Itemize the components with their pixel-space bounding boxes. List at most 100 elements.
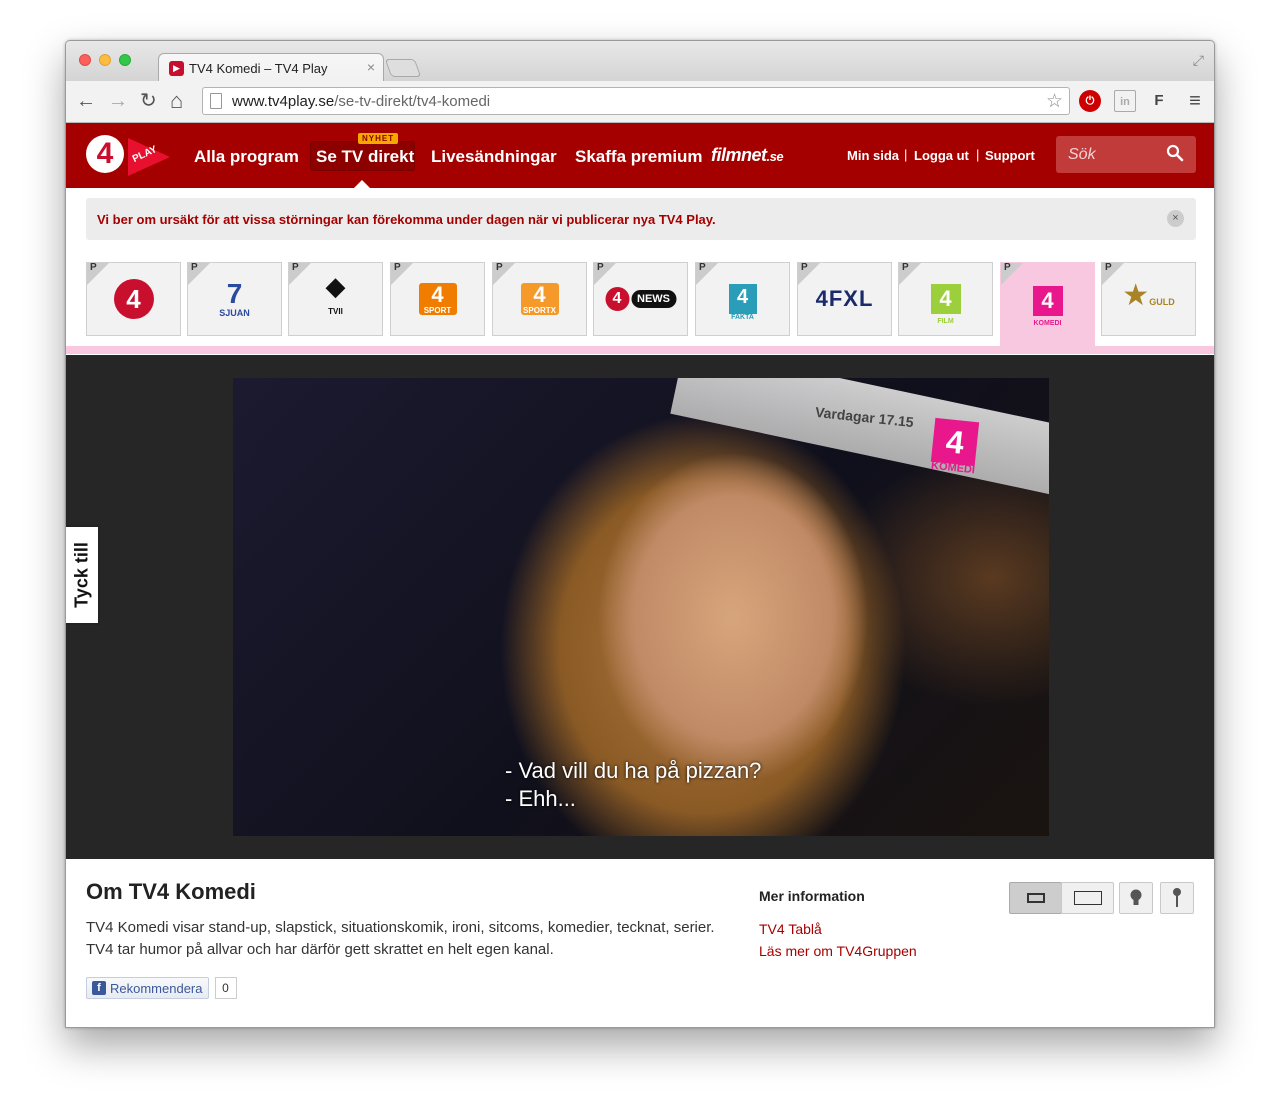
home-icon[interactable]: ⌂: [170, 89, 183, 113]
sjuan-logo-sub: SJUAN: [219, 308, 250, 318]
recommend-button[interactable]: f Rekommendera: [86, 977, 209, 999]
channel-fakta[interactable]: P 4 FAKTA: [695, 262, 790, 336]
channel-sportx[interactable]: P 4 SPORTX: [492, 262, 587, 336]
reload-icon[interactable]: ↻: [140, 89, 157, 113]
back-icon[interactable]: ←: [76, 89, 96, 113]
pin-icon: [1173, 888, 1181, 907]
feedback-tab-label: Tyck till: [71, 542, 92, 608]
channel-tvii[interactable]: P ◆ TVII: [288, 262, 383, 336]
facebook-recommend: f Rekommendera 0: [86, 977, 237, 999]
feedback-tab[interactable]: Tyck till: [66, 525, 100, 625]
sjuan-logo-main: 7: [226, 278, 243, 309]
url-path: /se-tv-direkt/tv4-komedi: [334, 93, 491, 110]
popout-button[interactable]: [1160, 882, 1194, 914]
filmnet-name: filmnet: [711, 145, 767, 165]
channel-title: Om TV4 Komedi: [86, 879, 256, 904]
tvii-channel-logo: ◆ TVII: [326, 273, 346, 325]
browser-toolbar: ← → ↻ ⌂ www.tv4play.se/se-tv-direkt/tv4-…: [66, 81, 1214, 123]
premium-mark: P: [801, 262, 808, 273]
forward-icon[interactable]: →: [108, 89, 128, 113]
premium-mark: P: [1004, 262, 1011, 273]
lightbulb-icon: [1130, 889, 1142, 905]
channel-sjuan[interactable]: P 7 SJUAN: [187, 262, 282, 336]
browser-tab-active[interactable]: ▶ TV4 Komedi – TV4 Play ×: [158, 53, 384, 82]
site-header: PLAY 4 NYHET Alla program Se TV direkt L…: [66, 123, 1214, 188]
nyhet-badge: NYHET: [358, 133, 399, 144]
fakta-channel-logo: 4 FAKTA: [728, 284, 757, 321]
notice-close-icon[interactable]: ×: [1167, 210, 1184, 227]
film-channel-logo: 4 FILM: [930, 284, 961, 325]
channel-sport[interactable]: P 4 SPORT: [390, 262, 485, 336]
search-input[interactable]: Sök: [1056, 136, 1196, 173]
new-tab-button[interactable]: [384, 59, 422, 77]
subtitle-line-1: - Vad vill du ha på pizzan?: [505, 758, 762, 783]
channel-film[interactable]: P 4 FILM: [898, 262, 993, 336]
channel-strip: P 4 P 7 SJUAN P ◆ TVII P 4 SPORT P 4 SPORTX …: [66, 262, 1214, 355]
film-logo-main: 4: [939, 286, 952, 311]
komedi-watermark-logo: 4: [930, 417, 980, 467]
channel-news[interactable]: P 4 NEWS: [593, 262, 688, 336]
channel-guld[interactable]: P ★GULD: [1101, 262, 1196, 336]
premium-mark: P: [699, 262, 706, 273]
nav-skaffa-premium[interactable]: Skaffa premium: [575, 147, 703, 167]
channel-tv4[interactable]: P 4: [86, 262, 181, 336]
notice-text: Vi ber om ursäkt för att vissa störninga…: [97, 212, 716, 227]
film-logo-sub: FILM: [937, 318, 954, 325]
menu-icon[interactable]: ≡: [1184, 90, 1206, 112]
lights-off-button[interactable]: [1119, 882, 1153, 914]
premium-mark: P: [191, 262, 198, 273]
sportx-channel-logo: 4 SPORTX: [520, 283, 559, 315]
search-icon[interactable]: [1166, 144, 1184, 167]
min-sida-link[interactable]: Min sida: [847, 148, 899, 163]
support-link[interactable]: Support: [985, 148, 1035, 163]
channel-fxl[interactable]: P 4FXL: [797, 262, 892, 336]
tvii-logo-sub: TVII: [328, 307, 343, 316]
komedi-logo-main: 4: [1041, 288, 1054, 313]
guld-logo-sub: GULD: [1149, 297, 1175, 307]
facebook-icon: f: [92, 981, 106, 995]
search-placeholder: Sök: [1068, 146, 1096, 163]
tab-close-icon[interactable]: ×: [367, 59, 375, 75]
sport-logo-sub: SPORT: [423, 306, 452, 315]
tv4-logo[interactable]: 4: [86, 135, 124, 173]
tab-title: TV4 Komedi – TV4 Play: [189, 61, 328, 76]
recommend-count: 0: [214, 977, 237, 999]
tv4gruppen-link[interactable]: Läs mer om TV4Gruppen: [759, 943, 917, 959]
minimize-window-button[interactable]: [99, 54, 111, 66]
channel-komedi[interactable]: P 4 KOMEDI: [1000, 262, 1095, 348]
news-logo-main: 4: [605, 287, 629, 311]
fullscreen-icon[interactable]: ⤢: [1193, 52, 1204, 69]
premium-mark: P: [292, 262, 299, 273]
premium-mark: P: [496, 262, 503, 273]
news-channel-logo: 4 NEWS: [605, 287, 676, 311]
premium-mark: P: [597, 262, 604, 273]
tv4-favicon-icon: ▶: [169, 61, 184, 76]
premium-mark: P: [90, 262, 97, 273]
sport-logo-main: 4: [431, 282, 444, 307]
stop-extension-icon[interactable]: ⏻: [1079, 90, 1101, 112]
small-player-button[interactable]: [1009, 882, 1062, 914]
close-window-button[interactable]: [79, 54, 91, 66]
url-domain: www.tv4play.se: [232, 93, 335, 110]
sportx-logo-sub: SPORTX: [523, 306, 556, 315]
logga-ut-link[interactable]: Logga ut: [914, 148, 969, 163]
nav-se-tv-direkt[interactable]: Se TV direkt: [316, 147, 414, 167]
premium-mark: P: [902, 262, 909, 273]
video-player[interactable]: Vardagar 17.15 4 KOMEDI - Vad vill du ha…: [233, 378, 1049, 836]
disruption-notice: Vi ber om ursäkt för att vissa störninga…: [86, 198, 1196, 240]
large-player-button[interactable]: [1061, 882, 1114, 914]
f-extension-icon[interactable]: F: [1148, 90, 1170, 112]
linkedin-extension-icon[interactable]: in: [1114, 90, 1136, 112]
large-player-icon: [1073, 891, 1102, 905]
bookmark-star-icon[interactable]: ☆: [1046, 90, 1063, 113]
fakta-logo-sub: FAKTA: [731, 314, 754, 321]
user-nav-separator: |: [976, 147, 980, 162]
filmnet-link[interactable]: filmnet.se: [711, 145, 784, 166]
komedi-logo-sub: KOMEDI: [1033, 320, 1062, 327]
url-text: www.tv4play.se/se-tv-direkt/tv4-komedi: [232, 93, 490, 110]
tv4-tabla-link[interactable]: TV4 Tablå: [759, 921, 822, 937]
nav-alla-program[interactable]: Alla program: [194, 147, 299, 167]
nav-livesandningar[interactable]: Livesändningar: [431, 147, 557, 167]
zoom-window-button[interactable]: [119, 54, 131, 66]
address-bar[interactable]: www.tv4play.se/se-tv-direkt/tv4-komedi ☆: [202, 87, 1070, 115]
